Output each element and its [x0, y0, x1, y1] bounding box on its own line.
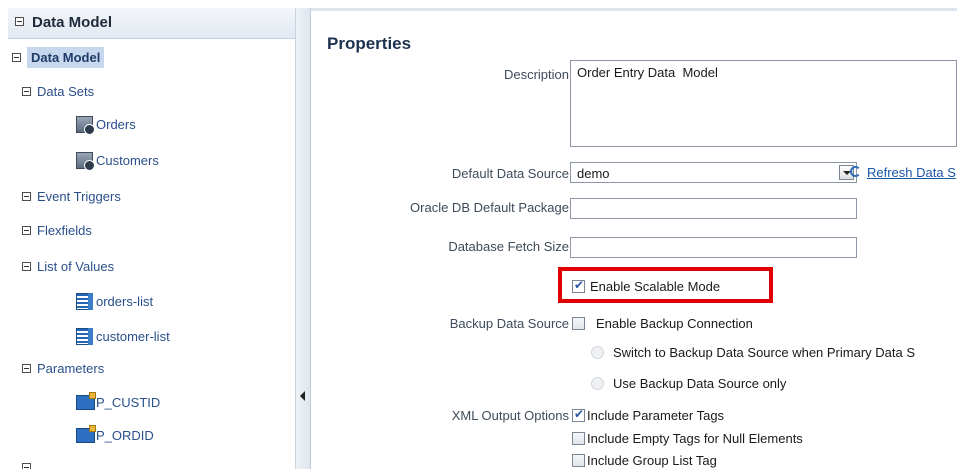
tree-item-flexfields[interactable]: Flexfields — [22, 223, 92, 238]
collapse-icon[interactable] — [22, 87, 31, 96]
database-fetch-size-label: Database Fetch Size — [448, 239, 569, 254]
enable-scalable-mode-checkbox[interactable] — [572, 278, 585, 293]
properties-title: Properties — [327, 34, 412, 53]
oracle-db-default-package-input[interactable] — [570, 198, 857, 219]
include-parameter-tags-checkbox[interactable] — [572, 407, 585, 422]
collapse-icon[interactable] — [22, 364, 31, 373]
tree-item-customers[interactable]: Customers — [76, 152, 159, 171]
tree-item-partial[interactable] — [22, 463, 31, 469]
tree-item-p-ordid[interactable]: P_ORDID — [76, 425, 154, 443]
tree-item-event-triggers[interactable]: Event Triggers — [22, 189, 121, 204]
tree-item-label[interactable]: Data Model — [27, 47, 105, 68]
tree-panel-header: Data Model — [8, 8, 295, 39]
tree-item-label[interactable]: customer-list — [96, 329, 170, 344]
use-backup-only-radio[interactable] — [591, 377, 604, 390]
database-fetch-size-input[interactable] — [570, 237, 857, 258]
list-of-values-icon — [76, 328, 93, 345]
tree-item-label[interactable]: Parameters — [37, 361, 104, 376]
tree-item-label[interactable]: Data Sets — [37, 84, 94, 99]
panel-splitter[interactable] — [296, 8, 311, 469]
include-parameter-tags-label[interactable]: Include Parameter Tags — [587, 408, 724, 423]
include-empty-tags-label[interactable]: Include Empty Tags for Null Elements — [587, 431, 803, 446]
tree-item-label[interactable]: P_ORDID — [96, 428, 154, 443]
enable-backup-connection-row[interactable]: Enable Backup Connection — [572, 316, 753, 331]
enable-backup-connection-checkbox[interactable] — [572, 317, 585, 330]
default-data-source-label: Default Data Source — [451, 166, 569, 181]
tree-item-label[interactable]: Flexfields — [37, 223, 92, 238]
tree-item-orders[interactable]: Orders — [76, 116, 136, 135]
tree-item-label[interactable]: Orders — [96, 117, 136, 132]
collapse-icon[interactable] — [22, 226, 31, 235]
collapse-icon[interactable] — [22, 463, 31, 469]
data-set-icon — [76, 152, 95, 171]
refresh-data-source-link[interactable]: Refresh Data S — [867, 165, 956, 180]
collapse-icon[interactable] — [12, 53, 21, 62]
tree-item-list-of-values[interactable]: List of Values — [22, 259, 114, 274]
use-backup-only-radio-row[interactable]: Use Backup Data Source only — [591, 376, 786, 391]
tree-item-orders-list[interactable]: orders-list — [76, 293, 153, 310]
include-group-list-tag-label[interactable]: Include Group List Tag — [587, 453, 717, 468]
default-data-source-value: demo — [577, 166, 610, 181]
tree-item-label[interactable]: List of Values — [37, 259, 114, 274]
include-group-list-tag-checkbox[interactable] — [572, 454, 585, 467]
include-empty-tags-checkbox[interactable] — [572, 432, 585, 445]
tree-panel-title: Data Model — [32, 14, 113, 31]
default-data-source-select[interactable]: demo — [570, 162, 857, 183]
parameter-icon — [76, 392, 96, 410]
use-backup-only-radio-label[interactable]: Use Backup Data Source only — [613, 376, 786, 391]
tree-item-parameters[interactable]: Parameters — [22, 361, 104, 376]
xml-output-options-label: XML Output Options — [451, 408, 569, 423]
tree-item-label[interactable]: Customers — [96, 153, 159, 168]
tree-item-label[interactable]: orders-list — [96, 294, 153, 309]
switch-backup-radio-row[interactable]: Switch to Backup Data Source when Primar… — [591, 345, 915, 360]
collapse-icon[interactable] — [15, 17, 24, 26]
description-textarea[interactable]: Order Entry Data Model — [570, 60, 957, 147]
description-label: Description — [503, 67, 569, 82]
enable-scalable-mode-label[interactable]: Enable Scalable Mode — [590, 279, 720, 294]
tree-item-data-sets[interactable]: Data Sets — [22, 84, 94, 99]
data-model-tree-panel: Data Model Data Model Data Sets Orders C… — [8, 8, 296, 469]
list-of-values-icon — [76, 293, 93, 310]
enable-scalable-mode-row[interactable]: Enable Scalable Mode — [572, 278, 720, 294]
switch-backup-radio[interactable] — [591, 346, 604, 359]
collapse-left-arrow-icon[interactable] — [300, 391, 305, 401]
backup-data-source-label: Backup Data Source — [449, 316, 569, 331]
switch-backup-radio-label[interactable]: Switch to Backup Data Source when Primar… — [613, 345, 915, 360]
parameter-icon — [76, 425, 96, 443]
tree-item-label[interactable]: P_CUSTID — [96, 395, 160, 410]
collapse-icon[interactable] — [22, 262, 31, 271]
data-set-icon — [76, 116, 95, 135]
include-empty-tags-row[interactable]: Include Empty Tags for Null Elements — [572, 431, 803, 446]
tree-item-data-model[interactable]: Data Model — [8, 47, 105, 68]
include-group-list-tag-row[interactable]: Include Group List Tag — [572, 453, 717, 468]
tree-item-customer-list[interactable]: customer-list — [76, 328, 170, 345]
enable-backup-connection-label[interactable]: Enable Backup Connection — [596, 316, 753, 331]
refresh-icon[interactable] — [850, 166, 861, 177]
tree-item-label[interactable]: Event Triggers — [37, 189, 121, 204]
oracle-db-default-package-label: Oracle DB Default Package — [410, 200, 569, 215]
properties-panel: Properties Description Order Entry Data … — [311, 8, 957, 472]
collapse-icon[interactable] — [22, 192, 31, 201]
include-parameter-tags-row[interactable]: Include Parameter Tags — [572, 407, 724, 423]
tree-item-p-custid[interactable]: P_CUSTID — [76, 392, 160, 410]
